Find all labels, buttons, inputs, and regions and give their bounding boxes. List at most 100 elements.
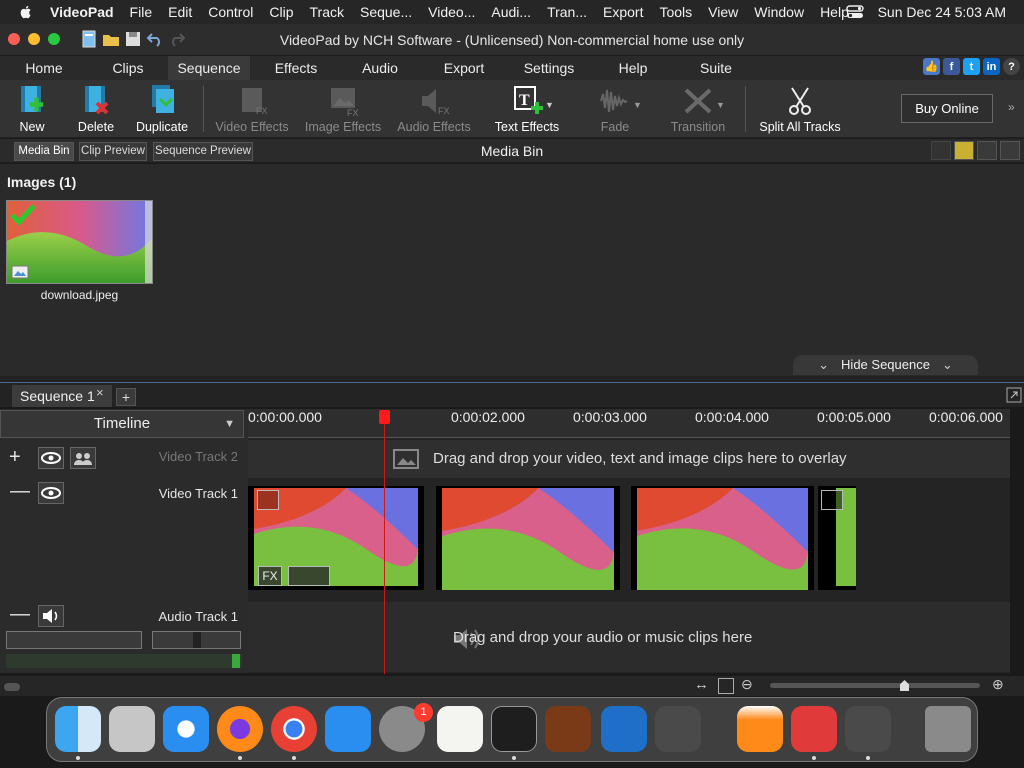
volume-slider[interactable] <box>6 631 142 649</box>
eye-icon[interactable] <box>38 482 64 504</box>
zoom-out-icon[interactable]: ⊖ <box>741 676 753 693</box>
firefox-icon[interactable] <box>217 706 263 752</box>
menu-control[interactable]: Control <box>200 4 261 20</box>
menu-app-name[interactable]: VideoPad <box>48 4 122 20</box>
trash-icon[interactable] <box>931 141 951 160</box>
tab-settings[interactable]: Settings <box>510 56 588 80</box>
audio-effects-button[interactable]: FX Audio Effects <box>396 84 472 136</box>
zoom-slider[interactable] <box>770 680 980 691</box>
tab-sequence[interactable]: Sequence <box>168 56 250 80</box>
garageband-icon[interactable] <box>545 706 591 752</box>
tab-media-bin[interactable]: Media Bin <box>14 142 74 161</box>
help-info-icon[interactable]: ? <box>1003 58 1020 75</box>
undock-panel-icon[interactable] <box>1000 141 1020 160</box>
menu-clip[interactable]: Clip <box>261 4 301 20</box>
video-clip[interactable] <box>818 486 856 590</box>
new-button[interactable]: New <box>10 84 54 136</box>
video-effects-button[interactable]: FX Video Effects <box>214 84 290 136</box>
video-clip[interactable] <box>631 486 814 590</box>
textedit-icon[interactable] <box>437 706 483 752</box>
chrome-icon[interactable] <box>271 706 317 752</box>
menu-edit[interactable]: Edit <box>160 4 200 20</box>
zoom-fit-icon[interactable] <box>718 678 734 694</box>
menu-sequence[interactable]: Seque... <box>352 4 420 20</box>
speaker-icon[interactable] <box>38 605 64 627</box>
tab-help[interactable]: Help <box>588 56 678 80</box>
fade-dropdown-icon[interactable]: ▼ <box>633 100 642 110</box>
microphone-icon[interactable] <box>288 566 330 586</box>
buy-online-button[interactable]: Buy Online <box>901 94 993 123</box>
finder-icon[interactable] <box>55 706 101 752</box>
menu-tools[interactable]: Tools <box>651 4 700 20</box>
duplicate-button[interactable]: Duplicate <box>134 84 190 136</box>
add-track-icon[interactable]: + <box>9 446 21 469</box>
video-clip[interactable] <box>436 486 620 590</box>
apple-menu-icon[interactable] <box>18 4 34 20</box>
toolbar-overflow-icon[interactable]: » <box>1008 100 1015 114</box>
text-effects-dropdown-icon[interactable]: ▼ <box>545 100 554 110</box>
people-icon[interactable] <box>70 447 96 469</box>
delete-button[interactable]: Delete <box>74 84 118 136</box>
linkedin-icon[interactable]: in <box>983 58 1000 75</box>
transition-button[interactable]: Transition <box>666 84 730 136</box>
menu-audio[interactable]: Audi... <box>483 4 539 20</box>
terminal-icon[interactable] <box>491 706 537 752</box>
tab-suite[interactable]: Suite <box>678 56 754 80</box>
video-clip[interactable]: FX <box>248 486 424 590</box>
timeline-view-select[interactable]: Timeline ▼ <box>0 410 244 438</box>
eye-icon[interactable] <box>38 447 64 469</box>
tab-clip-preview[interactable]: Clip Preview <box>79 142 147 161</box>
media-thumbnail[interactable] <box>6 200 153 284</box>
audio-track-1-lane[interactable]: Drag and drop your audio or music clips … <box>248 602 1010 672</box>
tab-sequence-preview[interactable]: Sequence Preview <box>153 142 253 161</box>
facebook-icon[interactable]: f <box>943 58 960 75</box>
menu-track[interactable]: Track <box>302 4 352 20</box>
tab-home[interactable]: Home <box>0 56 88 80</box>
timeline-ruler[interactable]: 0:00:00.000 0:00:02.000 0:00:03.000 0:00… <box>248 409 1010 438</box>
tab-clips[interactable]: Clips <box>88 56 168 80</box>
safari-icon[interactable] <box>163 706 209 752</box>
menu-export[interactable]: Export <box>595 4 651 20</box>
hide-sequence-button[interactable]: ⌄ Hide Sequence ⌄ <box>793 355 978 375</box>
close-sequence-icon[interactable]: × <box>96 385 104 400</box>
trash-icon[interactable] <box>925 706 971 752</box>
vscode-icon[interactable] <box>601 706 647 752</box>
launchpad-icon[interactable] <box>109 706 155 752</box>
zoom-in-icon[interactable]: ⊕ <box>992 676 1004 693</box>
tab-audio[interactable]: Audio <box>342 56 418 80</box>
new-folder-icon[interactable] <box>954 141 974 160</box>
fit-width-icon[interactable]: ↔ <box>694 676 709 693</box>
menu-clock[interactable]: Sun Dec 24 5:03 AM <box>878 4 1006 20</box>
menu-transition[interactable]: Tran... <box>539 4 595 20</box>
vlc-icon[interactable] <box>737 706 783 752</box>
tab-effects[interactable]: Effects <box>250 56 342 80</box>
like-icon[interactable]: 👍 <box>923 58 940 75</box>
fade-in-icon[interactable] <box>257 490 279 510</box>
fade-out-icon[interactable] <box>821 490 843 510</box>
collapse-track-icon[interactable]: — <box>10 603 30 626</box>
tab-export[interactable]: Export <box>418 56 510 80</box>
clip-fx-button[interactable]: FX <box>258 566 282 586</box>
collapse-track-icon[interactable]: — <box>10 480 30 503</box>
menu-window[interactable]: Window <box>746 4 812 20</box>
menu-view[interactable]: View <box>700 4 746 20</box>
fade-button[interactable]: Fade <box>588 84 642 136</box>
scroll-thumb[interactable] <box>4 683 20 691</box>
undock-timeline-icon[interactable] <box>1006 387 1022 403</box>
twitter-icon[interactable]: t <box>963 58 980 75</box>
text-effects-button[interactable]: T Text Effects <box>492 84 562 136</box>
vivaldi-icon[interactable] <box>791 706 837 752</box>
app-store-icon[interactable] <box>325 706 371 752</box>
video-track-1-lane[interactable]: FX <box>248 480 1010 592</box>
videopad-star-icon[interactable] <box>845 706 891 752</box>
favorites-star-icon[interactable] <box>655 706 701 752</box>
image-effects-button[interactable]: FX Image Effects <box>303 84 383 136</box>
add-sequence-button[interactable]: + <box>116 388 136 406</box>
menu-video[interactable]: Video... <box>420 4 483 20</box>
split-all-tracks-button[interactable]: Split All Tracks <box>757 84 843 136</box>
transition-dropdown-icon[interactable]: ▼ <box>716 100 725 110</box>
menu-file[interactable]: File <box>122 4 161 20</box>
list-view-icon[interactable] <box>977 141 997 160</box>
playhead-handle[interactable] <box>379 410 390 424</box>
pan-slider[interactable] <box>152 631 241 649</box>
